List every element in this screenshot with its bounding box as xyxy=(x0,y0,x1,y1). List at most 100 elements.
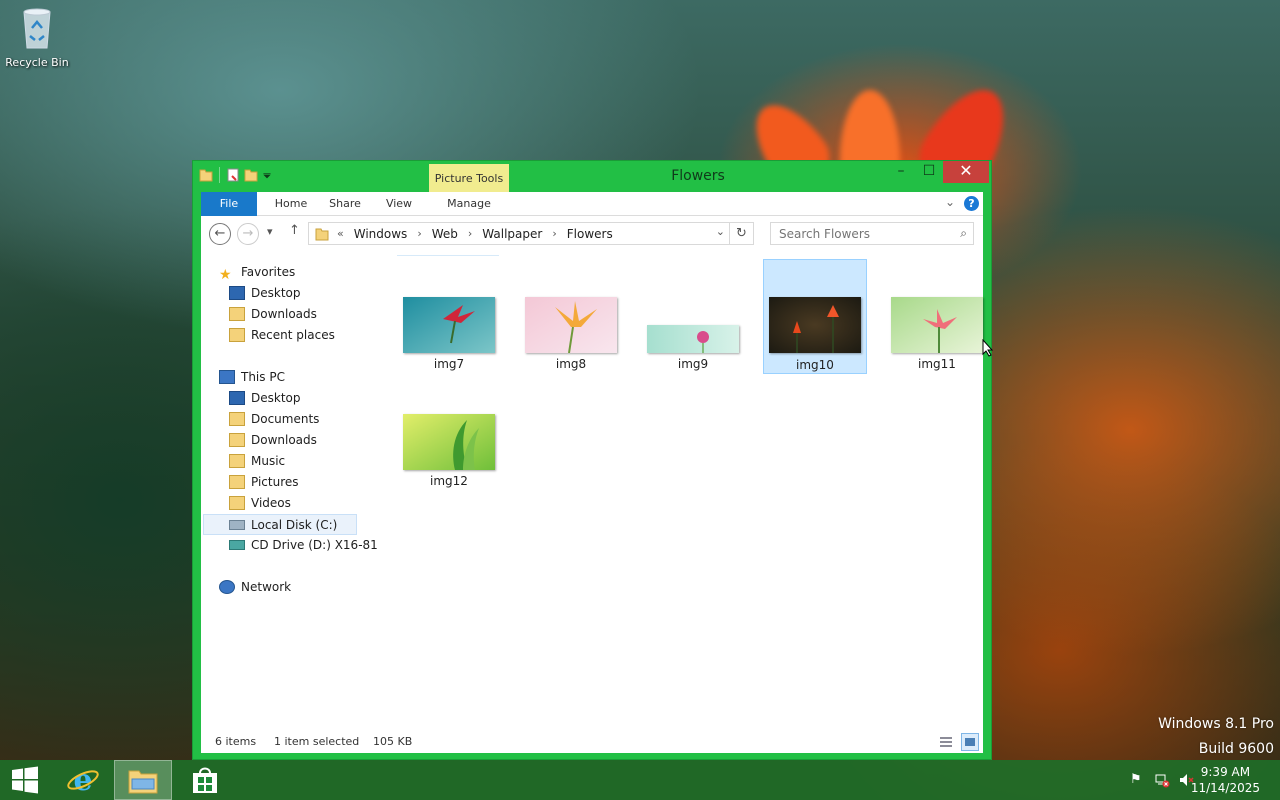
up-button[interactable]: ↑ xyxy=(289,223,300,238)
file-item-img11[interactable]: img11 xyxy=(885,259,989,374)
search-icon[interactable]: ⌕ xyxy=(960,226,967,241)
breadcrumb-flowers[interactable]: Flowers xyxy=(567,227,613,241)
status-bar: 6 items 1 item selected 105 KB xyxy=(201,731,983,753)
img8-thumbnail xyxy=(525,297,617,353)
nav-fav-recent[interactable]: Recent places xyxy=(229,325,335,346)
file-name: img8 xyxy=(555,357,587,371)
downloads-folder-icon xyxy=(229,432,245,447)
breadcrumb-wallpaper[interactable]: Wallpaper xyxy=(482,227,542,241)
nav-fav-desktop-label: Desktop xyxy=(251,286,301,300)
desktop-icon xyxy=(229,285,245,300)
star-icon: ★ xyxy=(219,266,232,283)
nav-pc-music-label: Music xyxy=(251,454,286,468)
details-view-icon xyxy=(940,737,952,747)
address-dropdown-chevron-icon[interactable]: ⌄ xyxy=(716,225,725,238)
file-item-img12[interactable]: img12 xyxy=(397,376,501,491)
title-bar[interactable]: Picture Tools Flowers – ☐ ✕ xyxy=(193,161,991,192)
recent-places-icon xyxy=(229,327,245,342)
address-bar[interactable]: « Windows › Web › Wallpaper › Flowers ⌄ xyxy=(308,222,730,245)
folder-icon xyxy=(315,228,329,240)
search-box[interactable]: ⌕ xyxy=(770,222,974,245)
taskbar-store[interactable] xyxy=(176,760,234,800)
minimize-button[interactable]: – xyxy=(887,161,915,183)
nav-pc-cd-drive[interactable]: CD Drive (D:) X16-81 xyxy=(229,535,378,556)
refresh-button[interactable]: ↻ xyxy=(730,222,754,245)
help-icon[interactable]: ? xyxy=(964,196,979,211)
nav-this-pc-label: This PC xyxy=(241,370,285,384)
network-status-glyph-icon xyxy=(1155,774,1170,788)
nav-network[interactable]: Network xyxy=(219,577,291,598)
edition-watermark: Windows 8.1 Pro xyxy=(1158,716,1274,732)
tab-manage[interactable]: Manage xyxy=(429,192,509,216)
close-button[interactable]: ✕ xyxy=(943,161,989,183)
maximize-button[interactable]: ☐ xyxy=(915,161,943,183)
search-input[interactable] xyxy=(771,223,941,244)
nav-pc-music[interactable]: Music xyxy=(229,451,285,472)
network-icon xyxy=(219,579,235,594)
content-area: ★ Favorites Desktop Downloads Recent plac… xyxy=(201,251,994,731)
nav-this-pc[interactable]: This PC xyxy=(219,367,285,388)
start-button[interactable] xyxy=(0,760,50,800)
nav-favorites[interactable]: ★ Favorites xyxy=(219,262,295,283)
large-icons-view-button[interactable] xyxy=(961,733,979,751)
recycle-bin-shortcut[interactable]: Recycle Bin xyxy=(4,6,70,69)
nav-pc-videos[interactable]: Videos xyxy=(229,493,291,514)
file-item-img9[interactable]: img9 xyxy=(641,259,745,374)
scroll-hint-divider xyxy=(397,255,499,256)
internet-explorer-icon: e xyxy=(67,763,99,797)
nav-pc-local-disk[interactable]: Local Disk (C:) xyxy=(203,514,357,535)
tab-home[interactable]: Home xyxy=(265,192,317,216)
file-item-img7[interactable]: img7 xyxy=(397,259,501,374)
music-folder-icon xyxy=(229,453,245,468)
tab-view[interactable]: View xyxy=(377,192,421,216)
nav-fav-recent-label: Recent places xyxy=(251,328,335,342)
nav-network-label: Network xyxy=(241,580,292,594)
pictures-folder-icon xyxy=(229,474,245,489)
nav-pc-pictures[interactable]: Pictures xyxy=(229,472,299,493)
file-name: img11 xyxy=(918,357,956,371)
tab-file[interactable]: File xyxy=(201,192,257,216)
desktop-folder-icon xyxy=(229,390,245,405)
file-item-img8[interactable]: img8 xyxy=(519,259,623,374)
network-status-icon[interactable] xyxy=(1154,772,1170,792)
breadcrumb-separator-icon[interactable]: › xyxy=(417,227,421,240)
nav-pc-desktop[interactable]: Desktop xyxy=(229,388,301,409)
nav-pc-downloads[interactable]: Downloads xyxy=(229,430,317,451)
breadcrumb-separator-icon[interactable]: › xyxy=(468,227,472,240)
file-explorer-icon xyxy=(128,770,158,794)
taskbar-file-explorer[interactable] xyxy=(114,760,172,800)
file-name: img10 xyxy=(796,358,834,372)
breadcrumb-separator-icon[interactable]: › xyxy=(552,227,556,240)
back-button[interactable]: ← xyxy=(209,223,231,245)
breadcrumb-web[interactable]: Web xyxy=(432,227,458,241)
build-watermark: Build 9600 xyxy=(1198,741,1274,757)
nav-fav-desktop[interactable]: Desktop xyxy=(229,283,301,304)
nav-pc-desktop-label: Desktop xyxy=(251,391,301,405)
nav-fav-downloads[interactable]: Downloads xyxy=(229,304,317,325)
action-center-flag-icon[interactable]: ⚑ xyxy=(1130,772,1142,787)
hard-drive-icon xyxy=(229,519,245,530)
nav-fav-downloads-label: Downloads xyxy=(251,307,317,321)
img9-thumbnail xyxy=(647,325,739,353)
window-title: Flowers xyxy=(671,168,725,184)
breadcrumb-overflow[interactable]: « xyxy=(337,227,344,240)
tab-share[interactable]: Share xyxy=(321,192,369,216)
file-item-img10[interactable]: img10 xyxy=(763,259,867,374)
details-view-button[interactable] xyxy=(937,733,955,751)
breadcrumb-windows[interactable]: Windows xyxy=(354,227,408,241)
expand-ribbon-chevron-icon[interactable]: ⌄ xyxy=(945,195,955,209)
file-list: img7 img8 img9 img10 img11 img12 xyxy=(371,251,994,731)
nav-pc-documents[interactable]: Documents xyxy=(229,409,319,430)
nav-pc-pictures-label: Pictures xyxy=(251,475,299,489)
clock-date: 11/14/2025 xyxy=(1190,781,1260,795)
selection-count: 1 item selected xyxy=(274,735,360,748)
file-name: img12 xyxy=(430,474,468,488)
windows-logo-icon xyxy=(12,766,38,794)
taskbar-clock[interactable]: 9:39 AM 11/14/2025 xyxy=(1191,764,1260,796)
recent-locations-chevron-icon[interactable]: ▾ xyxy=(267,225,273,238)
large-icons-view-icon xyxy=(965,738,975,746)
taskbar-internet-explorer[interactable]: e xyxy=(54,760,112,800)
forward-button[interactable]: → xyxy=(237,223,259,245)
img10-thumbnail xyxy=(769,297,861,353)
nav-pc-documents-label: Documents xyxy=(251,412,320,426)
